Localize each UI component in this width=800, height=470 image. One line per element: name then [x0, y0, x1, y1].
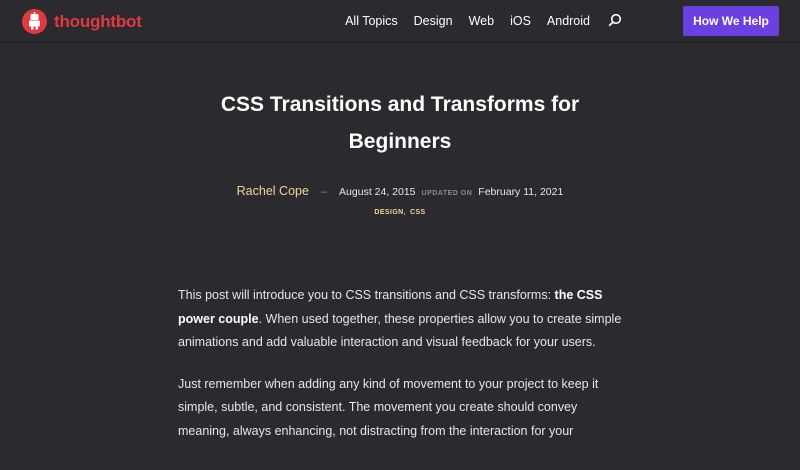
main-nav: All Topics Design Web iOS Android — [329, 13, 622, 28]
tag-css[interactable]: CSS — [410, 209, 426, 216]
article-body: This post will introduce you to CSS tran… — [178, 284, 628, 461]
nav-web[interactable]: Web — [469, 14, 494, 28]
article-meta: Rachel Cope – August 24, 2015 UPDATED ON… — [0, 184, 800, 198]
article-tags: DESIGN, CSS — [0, 209, 800, 216]
search-icon[interactable] — [608, 13, 622, 27]
brand-name: thoughtbot — [54, 11, 142, 31]
updated-label: UPDATED ON — [421, 190, 473, 197]
paragraph: Just remember when adding any kind of mo… — [178, 376, 599, 438]
robot-icon — [22, 9, 47, 34]
paragraph-text: This post will introduce you to CSS tran… — [178, 288, 555, 302]
brand-logo[interactable]: thoughtbot — [22, 9, 142, 34]
publish-date: August 24, 2015 — [339, 186, 416, 198]
article-title-text: CSS Transitions and Transforms for Begin… — [220, 93, 580, 153]
tag-design[interactable]: DESIGN — [374, 209, 403, 216]
nav-design[interactable]: Design — [414, 14, 453, 28]
article-title: CSS Transitions and Transforms for Begin… — [0, 86, 800, 160]
paragraph: This post will introduce you to CSS tran… — [178, 284, 628, 355]
nav-all-topics[interactable]: All Topics — [345, 14, 398, 28]
updated-date: February 11, 2021 — [478, 186, 564, 198]
how-we-help-button[interactable]: How We Help — [683, 6, 779, 36]
nav-ios[interactable]: iOS — [510, 14, 531, 28]
tag-separator: , — [403, 209, 406, 216]
meta-separator: – — [320, 186, 328, 198]
top-navigation-bar: thoughtbot All Topics Design Web iOS And… — [0, 0, 800, 43]
nav-android[interactable]: Android — [547, 14, 590, 28]
author-link[interactable]: Rachel Cope — [237, 184, 309, 198]
